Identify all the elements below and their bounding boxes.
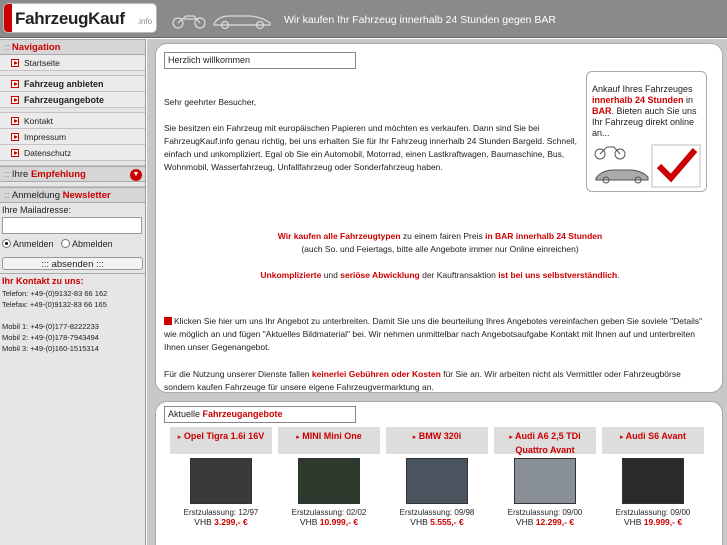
offer-instructions[interactable]: Klicken Sie hier um uns Ihr Angebot zu u… <box>164 315 709 354</box>
logo-text: FahrzeugKauf <box>15 9 125 28</box>
ad-text: Ankauf Ihres Fahrzeuges innerhalb 24 Stu… <box>592 84 697 138</box>
contact-mobile-2: Mobil 2: +49-(0)178-7943494 <box>2 333 99 342</box>
offer-name[interactable]: BMW 320i <box>419 431 462 441</box>
car-photo[interactable] <box>622 458 684 504</box>
header-vehicles-icon <box>172 15 271 30</box>
offer-card[interactable]: ▸ Opel Tigra 1.6i 16V Erstzulassung: 12/… <box>170 427 272 537</box>
welcome-panel: Herzlich willkommen Sehr geehrter Besuch… <box>155 43 723 393</box>
header: FahrzeugKauf .info Wir kaufen Ihr Fahrze… <box>0 0 727 38</box>
bullet-arrow-icon <box>11 133 19 141</box>
bullet-arrow-icon <box>11 96 19 104</box>
car-photo[interactable] <box>406 458 468 504</box>
contact-fax: Telefax: +49-(0)9132-83 66 165 <box>2 300 107 309</box>
bullet-arrow-icon <box>11 59 19 67</box>
empfehlung-toggle[interactable]: ::: Ihre Empfehlung ▼ <box>0 166 145 182</box>
main-content: Herzlich willkommen Sehr geehrter Besuch… <box>147 39 727 545</box>
header-slogan: Wir kaufen Ihr Fahrzeug innerhalb 24 Stu… <box>284 14 557 26</box>
offer-price: VHB 10.999,- € <box>299 517 359 527</box>
nav-heading: ::: Navigation <box>0 39 145 55</box>
contact-phone: Telefon: +49-(0)9132-83 66 162 <box>2 289 108 298</box>
offer-registration: Erstzulassung: 12/97 <box>183 508 259 517</box>
nav-item-datenschutz[interactable]: Datenschutz <box>0 145 145 161</box>
offer-registration: Erstzulassung: 02/02 <box>291 508 367 517</box>
offer-registration: Erstzulassung: 09/00 <box>507 508 583 517</box>
logo-suffix: .info <box>137 17 153 26</box>
offer-card[interactable]: ▸ Audi S6 Avant Erstzulassung: 09/00 VHB… <box>602 427 704 537</box>
offer-registration: Erstzulassung: 09/00 <box>615 508 691 517</box>
checkmark-icon <box>651 144 701 188</box>
bullet-arrow-icon <box>11 149 19 157</box>
car-photo[interactable] <box>298 458 360 504</box>
offer-card[interactable]: ▸ Audi A6 2,5 TDi Quattro Avant Erstzula… <box>494 427 596 537</box>
offer-price: VHB 12.299,- € <box>515 517 575 527</box>
offer-registration: Erstzulassung: 09/98 <box>399 508 475 517</box>
sidebar: ::: Navigation Startseite Fahrzeug anbiet… <box>0 39 146 545</box>
ad-box[interactable]: Ankauf Ihres Fahrzeuges innerhalb 24 Stu… <box>586 71 707 192</box>
radio-anmelden[interactable] <box>2 239 11 248</box>
car-photo[interactable] <box>514 458 576 504</box>
contact-heading: Ihr Kontakt zu uns: <box>2 276 84 286</box>
intro-paragraph: Sie besitzen ein Fahrzeug mit europäisch… <box>164 123 577 172</box>
newsletter-radios: Anmelden Abmelden <box>0 234 145 254</box>
vehicles-icon <box>594 146 649 184</box>
nav-item-fahrzeugangebote[interactable]: Fahrzeugangebote <box>0 92 145 108</box>
newsletter-heading: ::: Anmeldung Newsletter <box>0 187 145 203</box>
service-line: Unkomplizierte und seriöse Abwicklung de… <box>260 270 620 280</box>
offer-price: VHB 5.555,- € <box>410 517 464 527</box>
email-field[interactable] <box>2 217 142 234</box>
welcome-title: Herzlich willkommen <box>164 52 356 69</box>
chevron-down-icon[interactable]: ▼ <box>130 169 142 181</box>
offers-title: Aktuelle Fahrzeugangebote <box>164 406 356 423</box>
contact-block: Ihr Kontakt zu uns: Telefon: +49-(0)9132… <box>0 273 145 356</box>
offer-name[interactable]: Audi S6 Avant <box>626 431 686 441</box>
car-photo[interactable] <box>190 458 252 504</box>
offer-price: VHB 19.999,- € <box>623 517 683 527</box>
bullet-arrow-icon <box>11 117 19 125</box>
contact-mobile-1: Mobil 1: +49-(0)177-8222233 <box>2 322 99 331</box>
nav-item-startseite[interactable]: Startseite <box>0 55 145 71</box>
nav-item-kontakt[interactable]: Kontakt <box>0 113 145 129</box>
offer-note: (auch So. und Feiertags, bitte alle Ange… <box>301 244 579 254</box>
submit-button[interactable]: ::: absenden ::: <box>2 257 143 270</box>
arrow-icon <box>164 317 172 325</box>
offer-name[interactable]: MINI Mini One <box>302 431 362 441</box>
contact-mobile-3: Mobil 3: +49-(0)160-1515314 <box>2 344 99 353</box>
offer-line: Wir kaufen alle Fahrzeugtypen zu einem f… <box>277 231 603 241</box>
radio-abmelden[interactable] <box>61 239 71 248</box>
greeting: Sehr geehrter Besucher, <box>164 97 257 107</box>
offer-card[interactable]: ▸ BMW 320i Erstzulassung: 09/98 VHB 5.55… <box>386 427 488 537</box>
fees-paragraph: Für die Nutzung unserer Dienste fallen k… <box>164 369 681 392</box>
offer-name[interactable]: Opel Tigra 1.6i 16V <box>184 431 264 441</box>
site-logo[interactable]: FahrzeugKauf .info <box>3 3 157 33</box>
bullet-arrow-icon <box>11 80 19 88</box>
offers-panel: Aktuelle Fahrzeugangebote ▸ Opel Tigra 1… <box>155 401 723 545</box>
mail-label: Ihre Mailadresse: <box>2 205 72 215</box>
offer-card[interactable]: ▸ MINI Mini One Erstzulassung: 02/02 VHB… <box>278 427 380 537</box>
nav-item-impressum[interactable]: Impressum <box>0 129 145 145</box>
offer-price: VHB 3.299,- € <box>194 517 248 527</box>
nav-item-fahrzeug-anbieten[interactable]: Fahrzeug anbieten <box>0 76 145 92</box>
offer-name[interactable]: Audi A6 2,5 TDi Quattro Avant <box>515 431 581 455</box>
